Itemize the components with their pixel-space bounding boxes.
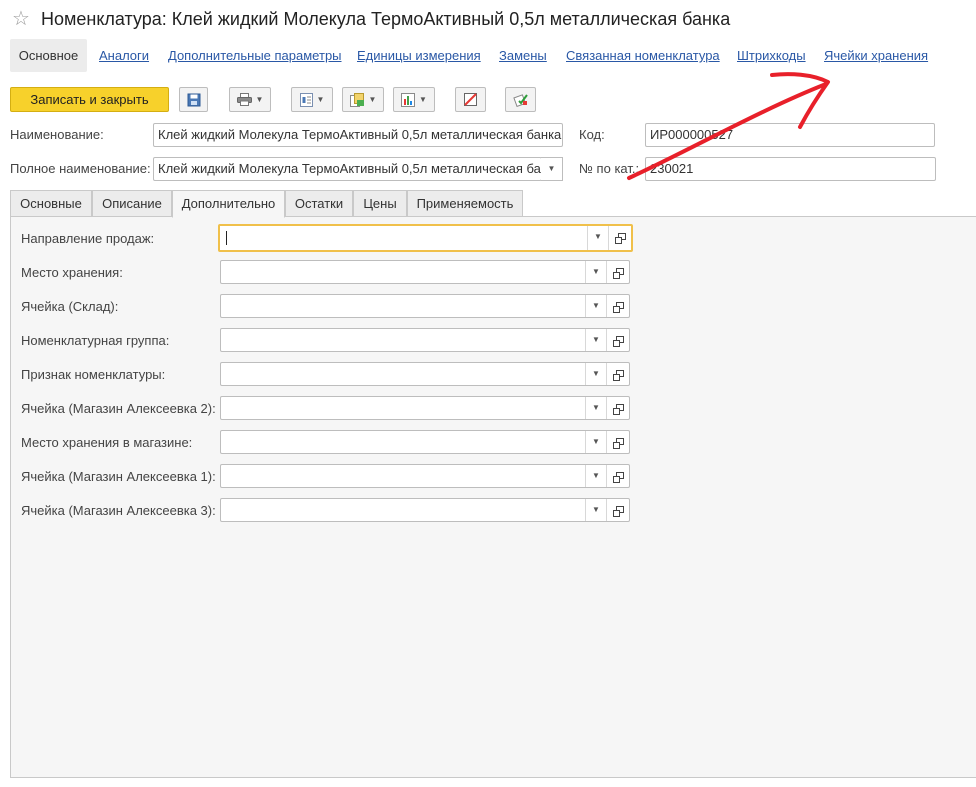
annotation-arrow	[627, 72, 830, 180]
